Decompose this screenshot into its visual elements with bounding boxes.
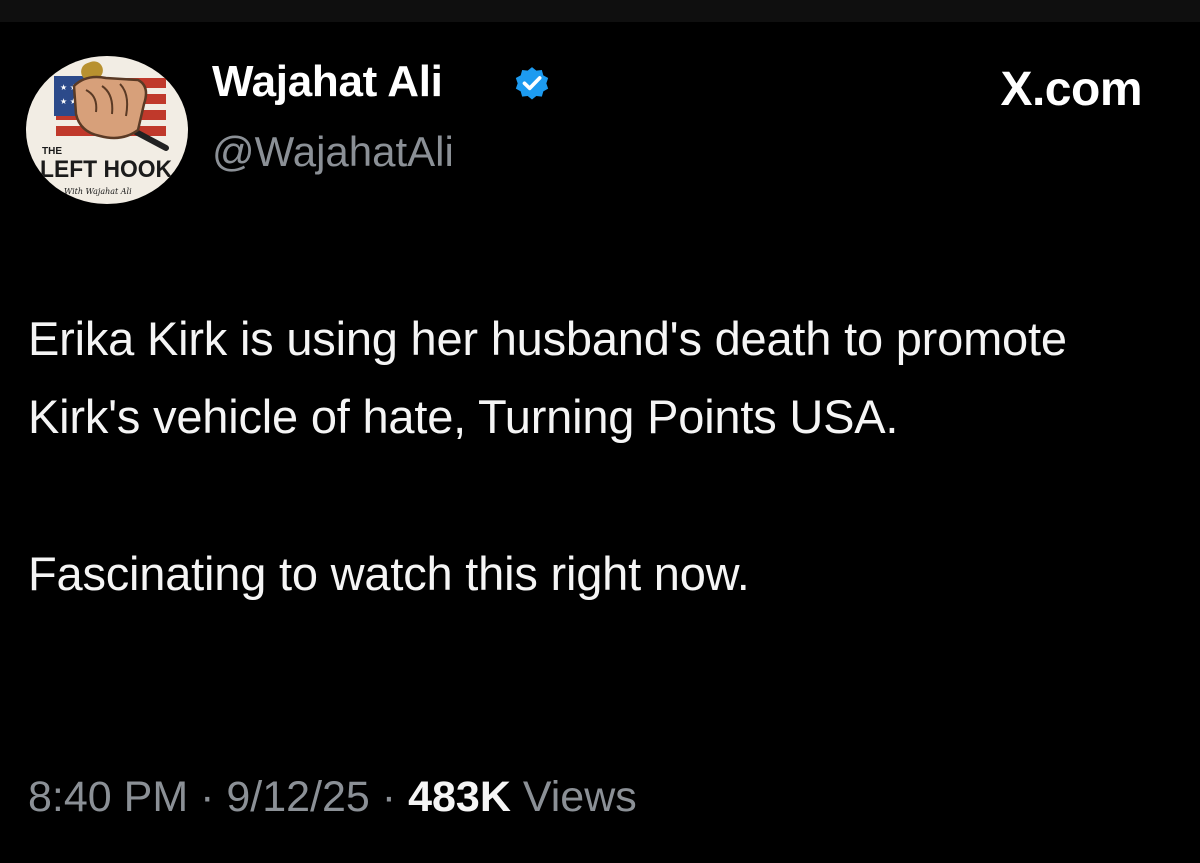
views-count: 483K (408, 773, 511, 821)
display-name[interactable]: Wajahat Ali (212, 60, 443, 104)
tweet-time[interactable]: 8:40 PM (28, 773, 188, 821)
logo-text-sub: With Wajahat Ali (64, 187, 132, 196)
logo-text-main: LEFT HOOK (40, 156, 173, 183)
avatar[interactable]: ★ ★ ★ ★ ★ ★ THE LEFT HOOK With Wajahat A… (26, 56, 188, 204)
user-handle[interactable]: @WajahatAli (212, 131, 454, 173)
x-com-brand: X.com (1000, 63, 1142, 116)
tweet-paragraph: Erika Kirk is using her husband's death … (28, 312, 1067, 443)
separator: · (381, 773, 397, 821)
tweet-date[interactable]: 9/12/25 (226, 773, 369, 821)
left-hook-logo: ★ ★ ★ ★ ★ ★ THE LEFT HOOK With Wajahat A… (40, 61, 173, 196)
separator: · (200, 773, 215, 821)
views-label: Views (522, 773, 637, 821)
tweet-text: Erika Kirk is using her husband's death … (28, 300, 1148, 613)
fist-icon (72, 75, 148, 140)
tweet-paragraph: Fascinating to watch this right now. (28, 547, 750, 600)
verified-badge-icon (515, 67, 549, 100)
tweet-meta: 8:40 PM · 9/12/25 · 483K Views (28, 776, 637, 819)
top-bar (0, 0, 1200, 22)
